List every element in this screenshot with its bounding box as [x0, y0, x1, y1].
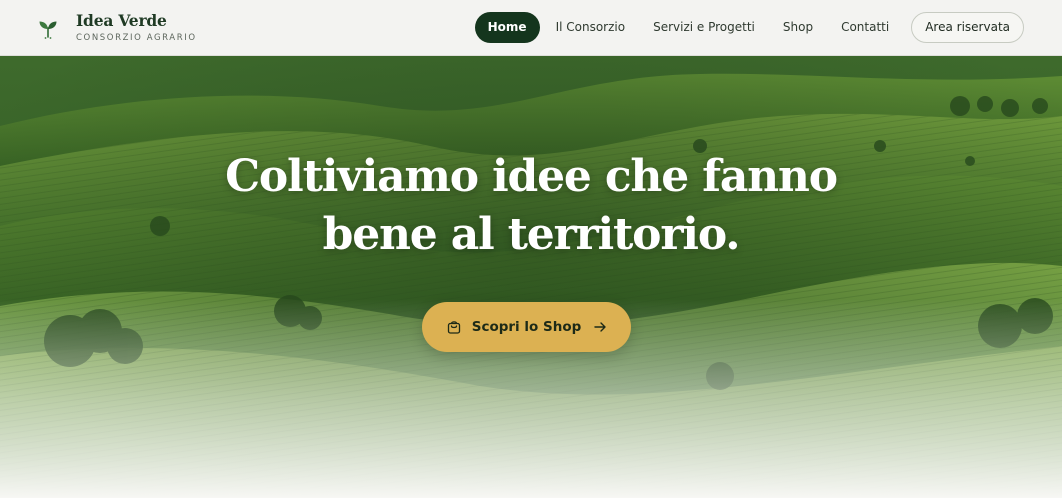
brand-subtitle: CONSORZIO AGRARIO [76, 33, 197, 43]
page: Idea Verde CONSORZIO AGRARIO Home Il Con… [0, 0, 1062, 498]
hero-background-landscape [0, 56, 1062, 498]
hero-title-line-1: Coltiviamo idee che fanno [225, 151, 838, 202]
nav-item-contatti[interactable]: Contatti [827, 12, 903, 43]
scopri-shop-button[interactable]: Scopri lo Shop [422, 302, 631, 352]
hero-title-line-2: bene al territorio. [322, 209, 741, 260]
brand-name: Idea Verde [76, 11, 167, 30]
nav-item-consorzio[interactable]: Il Consorzio [542, 12, 640, 43]
brand[interactable]: Idea Verde CONSORZIO AGRARIO [36, 12, 197, 45]
shopping-bag-icon [447, 321, 460, 334]
hero-section: Coltiviamo idee che fanno bene al territ… [0, 56, 1062, 498]
area-riservata-button[interactable]: Area riservata [911, 12, 1024, 43]
arrow-right-icon [594, 322, 606, 332]
hero-title: Coltiviamo idee che fanno bene al territ… [0, 148, 1062, 264]
nav-item-shop[interactable]: Shop [769, 12, 827, 43]
site-header: Idea Verde CONSORZIO AGRARIO Home Il Con… [0, 0, 1062, 56]
scopri-shop-label: Scopri lo Shop [471, 319, 582, 335]
leaf-sprout-icon [39, 21, 57, 39]
nav-item-home[interactable]: Home [474, 12, 540, 43]
brand-text: Idea Verde CONSORZIO AGRARIO [76, 12, 197, 45]
nav-item-servizi-progetti[interactable]: Servizi e Progetti [639, 12, 769, 43]
main-nav: Home Il Consorzio Servizi e Progetti Sho… [474, 12, 1024, 43]
